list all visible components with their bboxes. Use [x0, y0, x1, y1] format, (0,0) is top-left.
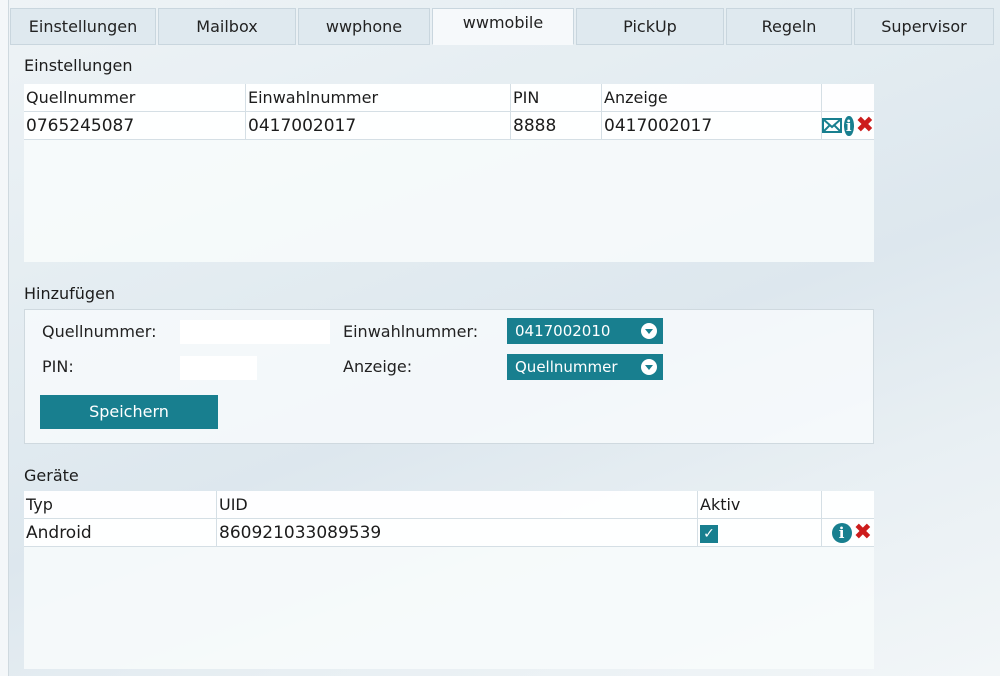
- quellnummer-input[interactable]: [180, 320, 330, 344]
- save-button[interactable]: Speichern: [40, 395, 218, 429]
- row-actions: i ✖: [822, 112, 874, 139]
- cell-quellnummer: 0765245087: [24, 112, 246, 139]
- col-actions: [822, 84, 874, 111]
- tab-einstellungen[interactable]: Einstellungen: [10, 8, 156, 45]
- table-row: 0765245087 0417002017 8888 0417002017 i …: [24, 112, 874, 140]
- mail-icon[interactable]: [822, 118, 842, 133]
- add-title: Hinzufügen: [24, 284, 116, 303]
- row-actions: i ✖: [822, 519, 874, 546]
- table-row: Android 860921033089539 ✓ i ✖: [24, 519, 874, 547]
- settings-title: Einstellungen: [24, 56, 133, 75]
- delete-icon[interactable]: ✖: [854, 521, 872, 543]
- cell-uid: 860921033089539: [217, 519, 698, 546]
- col-typ: Typ: [24, 491, 217, 518]
- col-einwahlnummer: Einwahlnummer: [246, 84, 511, 111]
- einwahlnummer-select[interactable]: 0417002010: [507, 318, 663, 344]
- cell-einwahlnummer: 0417002017: [246, 112, 511, 139]
- tab-wwmobile[interactable]: wwmobile: [432, 8, 574, 45]
- info-icon[interactable]: i: [831, 522, 852, 543]
- pin-label: PIN:: [42, 357, 74, 376]
- cell-typ: Android: [24, 519, 217, 546]
- einwahlnummer-selected: 0417002010: [515, 322, 611, 340]
- add-form: Quellnummer: PIN: Einwahlnummer: 0417002…: [24, 309, 874, 444]
- tab-supervisor[interactable]: Supervisor: [854, 8, 994, 45]
- devices-title: Geräte: [24, 466, 79, 485]
- col-anzeige: Anzeige: [602, 84, 822, 111]
- col-uid: UID: [217, 491, 698, 518]
- anzeige-label: Anzeige:: [343, 357, 413, 376]
- cell-anzeige: 0417002017: [602, 112, 822, 139]
- tab-wwphone[interactable]: wwphone: [298, 8, 430, 45]
- col-pin: PIN: [511, 84, 602, 111]
- pin-input[interactable]: [180, 356, 257, 380]
- settings-table-header: Quellnummer Einwahlnummer PIN Anzeige: [24, 84, 874, 112]
- col-actions: [822, 491, 874, 518]
- quellnummer-label: Quellnummer:: [42, 322, 157, 341]
- delete-icon[interactable]: ✖: [856, 114, 874, 136]
- chevron-down-icon: [641, 323, 657, 339]
- aktiv-checkbox[interactable]: ✓: [700, 525, 718, 543]
- anzeige-selected: Quellnummer: [515, 358, 618, 376]
- left-edge: [0, 0, 9, 676]
- settings-table: Quellnummer Einwahlnummer PIN Anzeige 07…: [24, 84, 874, 262]
- tab-bar: Einstellungen Mailbox wwphone wwmobile P…: [10, 8, 1000, 45]
- col-aktiv: Aktiv: [698, 491, 822, 518]
- chevron-down-icon: [641, 359, 657, 375]
- einwahlnummer-label: Einwahlnummer:: [343, 322, 479, 341]
- tab-mailbox[interactable]: Mailbox: [158, 8, 296, 45]
- tab-regeln[interactable]: Regeln: [726, 8, 852, 45]
- cell-pin: 8888: [511, 112, 602, 139]
- devices-table-header: Typ UID Aktiv: [24, 491, 874, 519]
- cell-aktiv: ✓: [698, 519, 822, 546]
- info-icon[interactable]: i: [844, 115, 854, 136]
- tab-pickup[interactable]: PickUp: [576, 8, 724, 45]
- col-quellnummer: Quellnummer: [24, 84, 246, 111]
- anzeige-select[interactable]: Quellnummer: [507, 354, 663, 380]
- devices-table: Typ UID Aktiv Android 860921033089539 ✓ …: [24, 491, 874, 669]
